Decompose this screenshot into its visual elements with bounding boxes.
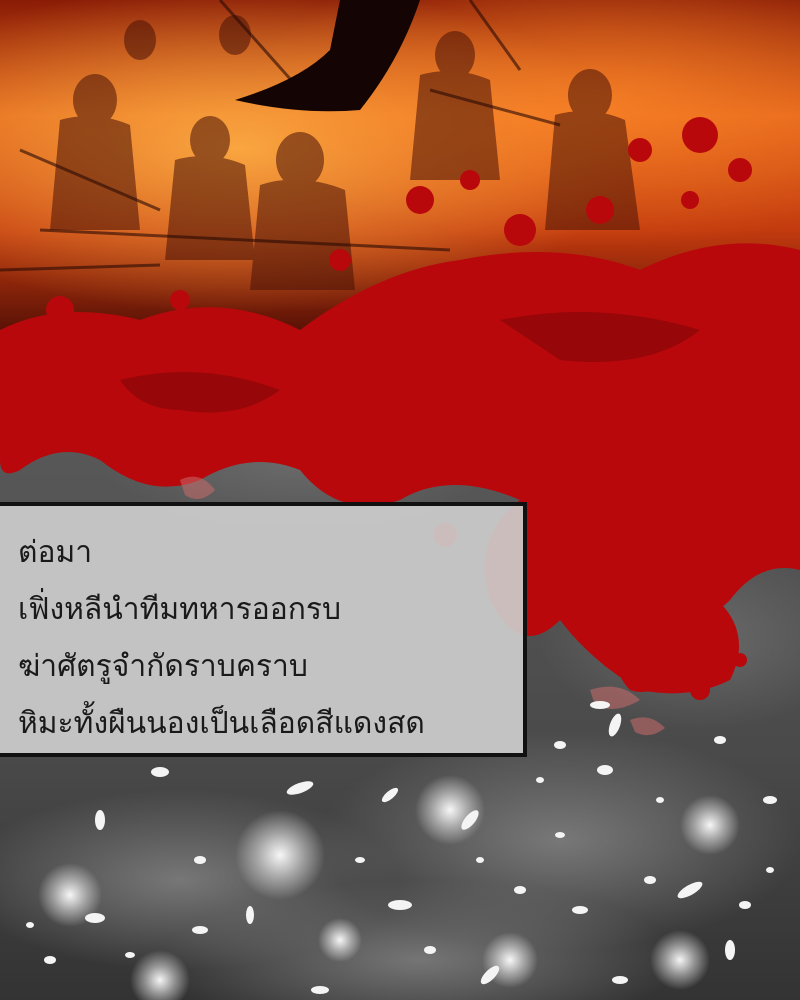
caption-line-2: เฟิ่งหลีนำทีมทหารออกรบ <box>18 592 342 627</box>
caption-line-1: ต่อมา <box>18 535 93 570</box>
comic-panel: ต่อมา เฟิ่งหลีนำทีมทหารออกรบ ฆ่าศัตรูจำก… <box>0 0 800 1000</box>
caption-line-4: หิมะทั้งผืนนองเป็นเลือดสีแดงสด <box>18 706 425 741</box>
narration-caption-box: ต่อมา เฟิ่งหลีนำทีมทหารออกรบ ฆ่าศัตรูจำก… <box>0 502 527 757</box>
caption-line-3: ฆ่าศัตรูจำกัดราบคราบ <box>18 649 308 684</box>
battle-illustration <box>0 0 800 1000</box>
